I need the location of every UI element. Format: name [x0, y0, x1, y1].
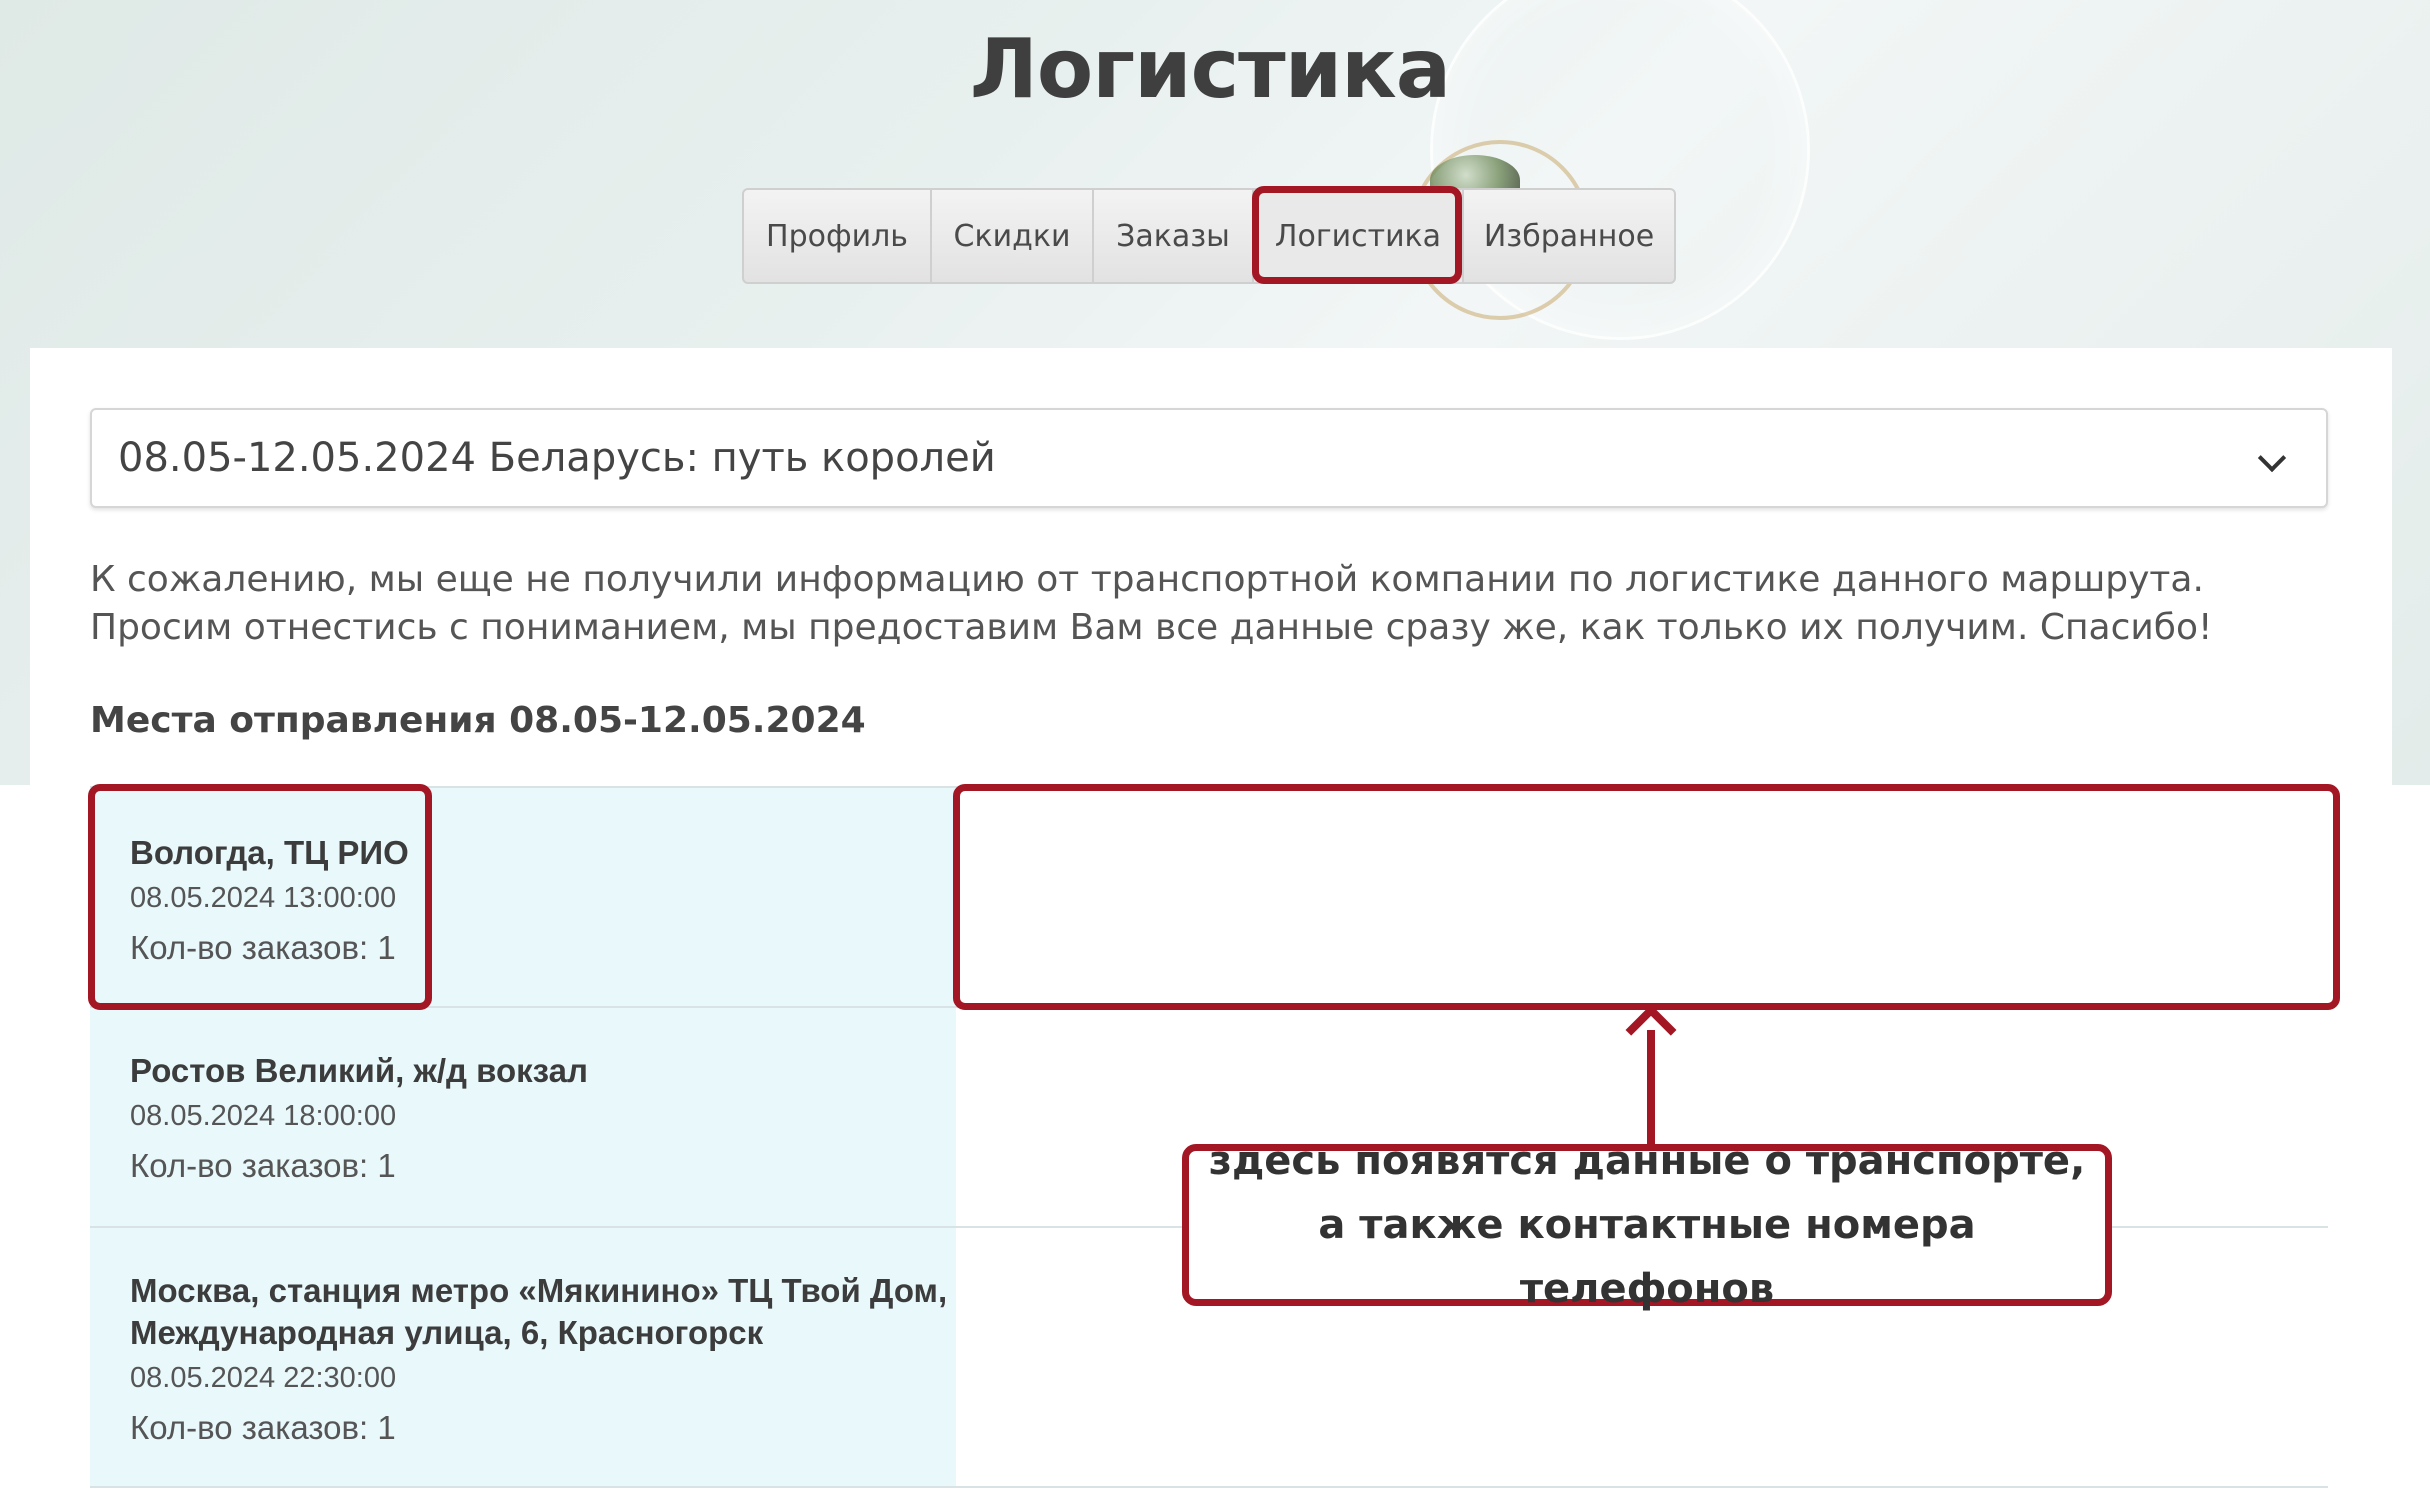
departure-name: Москва, станция метро «Мякинино» ТЦ Твой…: [130, 1272, 948, 1351]
annotation-line-1: здесь появятся данные о транспорте,: [1208, 1138, 2086, 1184]
departure-order-count: Кол-во заказов: 1: [130, 1147, 396, 1184]
tab-profile[interactable]: Профиль: [744, 190, 932, 282]
arrow-line: [1647, 1030, 1655, 1145]
departure-highlight-frame: [88, 784, 432, 1010]
tab-orders[interactable]: Заказы: [1094, 190, 1254, 282]
transport-info-placeholder-frame: [953, 784, 2340, 1010]
logistics-notice: К сожалению, мы еще не получили информац…: [90, 559, 2213, 648]
departure-name: Ростов Великий, ж/д вокзал: [130, 1052, 588, 1089]
tab-discounts[interactable]: Скидки: [932, 190, 1094, 282]
departure-datetime: 08.05.2024 22:30:00: [130, 1362, 397, 1394]
departure-cell: Ростов Великий, ж/д вокзал 08.05.2024 18…: [90, 1008, 956, 1226]
chevron-down-icon: [2257, 443, 2287, 473]
annotation-line-2: а также контактные номера телефонов: [1318, 1202, 1976, 1312]
annotation-callout: здесь появятся данные о транспорте, а та…: [1182, 1138, 2112, 1312]
departure-cell: Москва, станция метро «Мякинино» ТЦ Твой…: [90, 1228, 956, 1486]
tour-select[interactable]: 08.05-12.05.2024 Беларусь: путь королей: [90, 408, 2328, 508]
tab-logistics[interactable]: Логистика: [1254, 190, 1464, 282]
tour-select-value: 08.05-12.05.2024 Беларусь: путь королей: [118, 435, 996, 481]
tab-favorites[interactable]: Избранное: [1464, 190, 1674, 282]
page-title: Логистика: [969, 22, 1451, 117]
departure-datetime: 08.05.2024 18:00:00: [130, 1100, 397, 1132]
departure-order-count: Кол-во заказов: 1: [130, 1409, 396, 1446]
departures-title: Места отправления 08.05-12.05.2024: [90, 700, 866, 741]
account-tabs: Профиль Скидки Заказы Логистика Избранно…: [742, 188, 1676, 284]
